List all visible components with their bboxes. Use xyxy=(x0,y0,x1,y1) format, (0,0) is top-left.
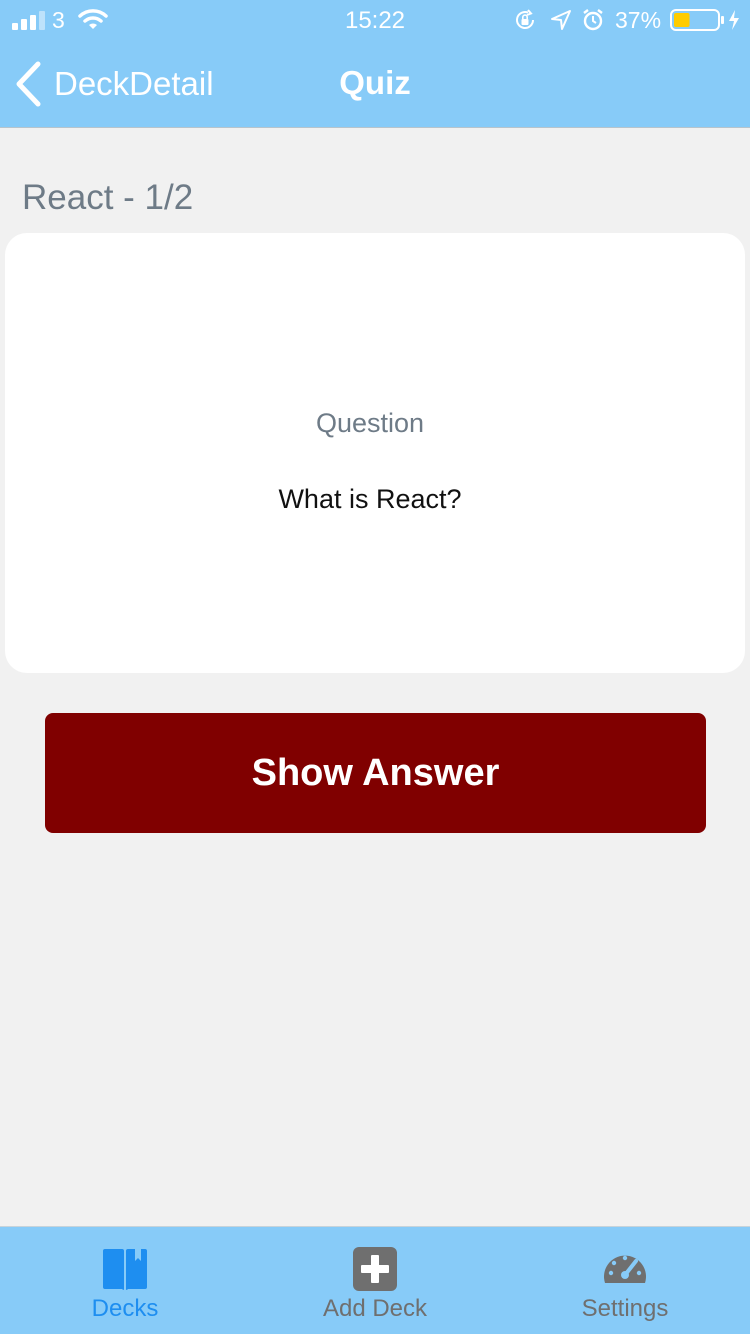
tab-label: Decks xyxy=(91,1295,159,1322)
charging-icon xyxy=(729,10,739,30)
question-text: What is React? xyxy=(278,484,462,514)
tab-label: Add Deck xyxy=(322,1295,428,1322)
show-answer-button[interactable]: Show Answer xyxy=(45,713,706,833)
navigation-header: 3 15:22 37% DeckDetail Quiz xyxy=(0,0,750,128)
alarm-icon xyxy=(583,9,603,31)
tab-bar: Decks Add Deck Settings xyxy=(0,1226,750,1334)
book-icon xyxy=(103,1249,147,1290)
tab-settings[interactable]: Settings xyxy=(500,1227,750,1334)
deck-progress-heading: React - 1/2 xyxy=(22,178,194,217)
card-side-label: Question xyxy=(315,408,425,438)
tab-label: Settings xyxy=(581,1295,669,1322)
battery-percent: 37% xyxy=(615,7,662,33)
status-bar: 3 15:22 37% xyxy=(0,0,750,40)
question-card xyxy=(5,233,745,673)
location-icon xyxy=(551,10,571,30)
tab-add-deck[interactable]: Add Deck xyxy=(250,1227,500,1334)
plus-square-icon xyxy=(353,1247,397,1291)
battery-icon xyxy=(670,9,724,31)
speedometer-icon xyxy=(604,1255,646,1283)
page-title: Quiz xyxy=(339,64,411,101)
rotation-lock-icon xyxy=(516,9,534,29)
tab-decks[interactable]: Decks xyxy=(0,1227,250,1334)
